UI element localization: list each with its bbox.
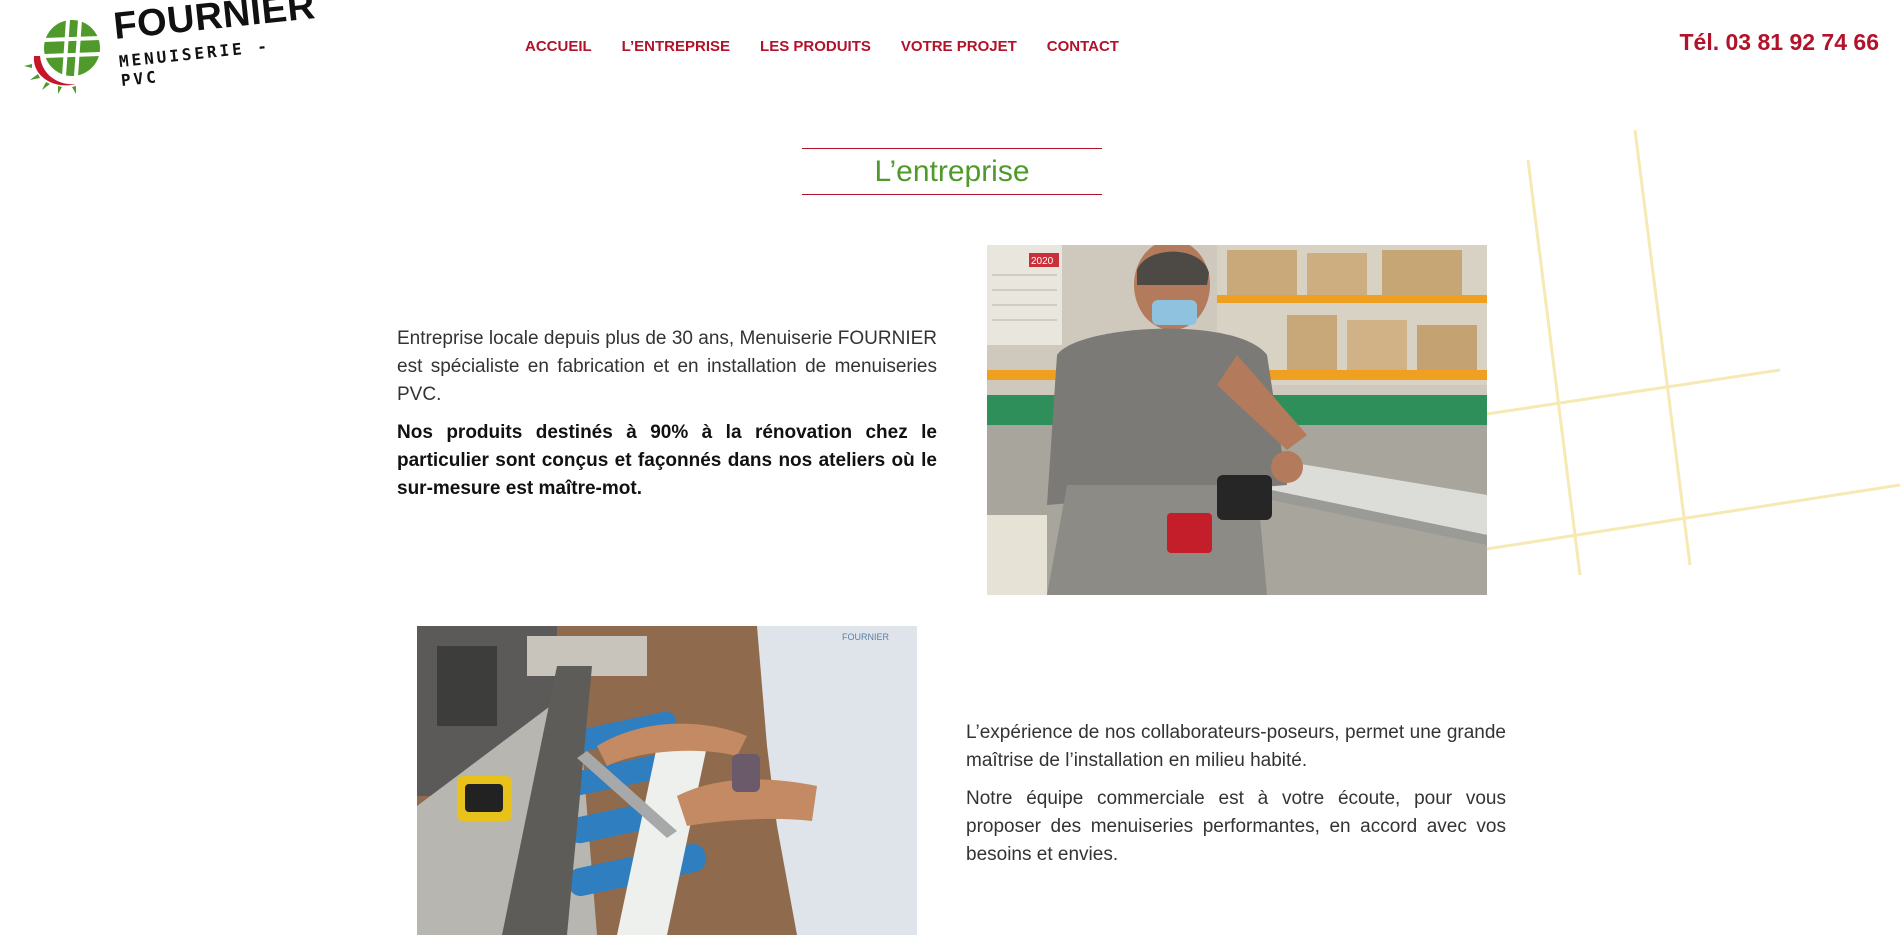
intro-highlight-paragraph: Nos produits destinés à 90% à la rénovat… (397, 422, 937, 499)
team-text-block: L’expérience de nos collaborateurs-poseu… (966, 719, 1506, 869)
team-experience-paragraph: L’expérience de nos collaborateurs-poseu… (966, 722, 1506, 771)
shirt-logo-text: FOURNIER (842, 632, 890, 642)
nav-item-contact[interactable]: CONTACT (1047, 38, 1119, 55)
workshop-photo-measuring: FOURNIER (417, 626, 917, 935)
workshop-photo-drilling: 2020 (987, 245, 1487, 595)
nav-item-projet[interactable]: VOTRE PROJET (901, 38, 1017, 55)
nav-item-entreprise[interactable]: L’ENTREPRISE (622, 38, 730, 55)
phone-number[interactable]: Tél. 03 81 92 74 66 (1680, 29, 1880, 56)
logo[interactable]: FOURNIER MENUISERIE - PVC (24, 0, 317, 94)
nav-item-accueil[interactable]: ACCUEIL (525, 38, 592, 55)
logo-emblem-icon (24, 19, 101, 94)
intro-text-block: Entreprise locale depuis plus de 30 ans,… (397, 325, 937, 503)
decorative-lines-graphic (1480, 130, 1900, 576)
intro-paragraph: Entreprise locale depuis plus de 30 ans,… (397, 328, 937, 405)
page-title: L’entreprise (802, 148, 1102, 195)
site-header: FOURNIER MENUISERIE - PVC ACCUEIL L’ENTR… (0, 0, 1900, 110)
main-nav: ACCUEIL L’ENTREPRISE LES PRODUITS VOTRE … (525, 38, 1149, 55)
sales-team-paragraph: Notre équipe commerciale est à votre éco… (966, 788, 1506, 865)
nav-item-produits[interactable]: LES PRODUITS (760, 38, 871, 55)
calendar-year-text: 2020 (1031, 256, 1054, 267)
